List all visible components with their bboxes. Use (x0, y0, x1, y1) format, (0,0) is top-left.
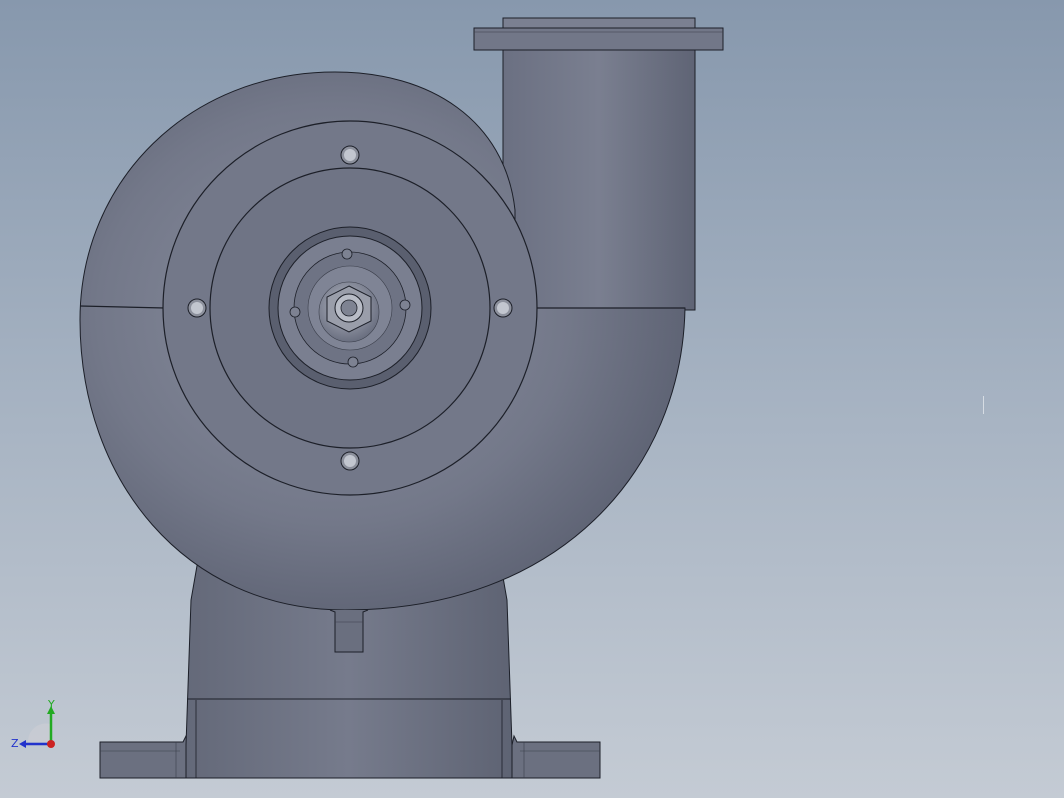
cursor-marker (983, 396, 984, 414)
y-axis-label: Y (47, 698, 55, 711)
graphics-viewport[interactable]: Y Z (0, 0, 1064, 798)
shaft-nut (318, 281, 380, 343)
z-axis-arrowhead (19, 740, 26, 748)
blower-model[interactable] (0, 0, 1064, 798)
coordinate-triad: Y Z (11, 698, 55, 750)
z-axis-label: Z (11, 737, 19, 750)
triad-plane-shading (27, 723, 50, 742)
x-axis-dot (47, 740, 55, 748)
